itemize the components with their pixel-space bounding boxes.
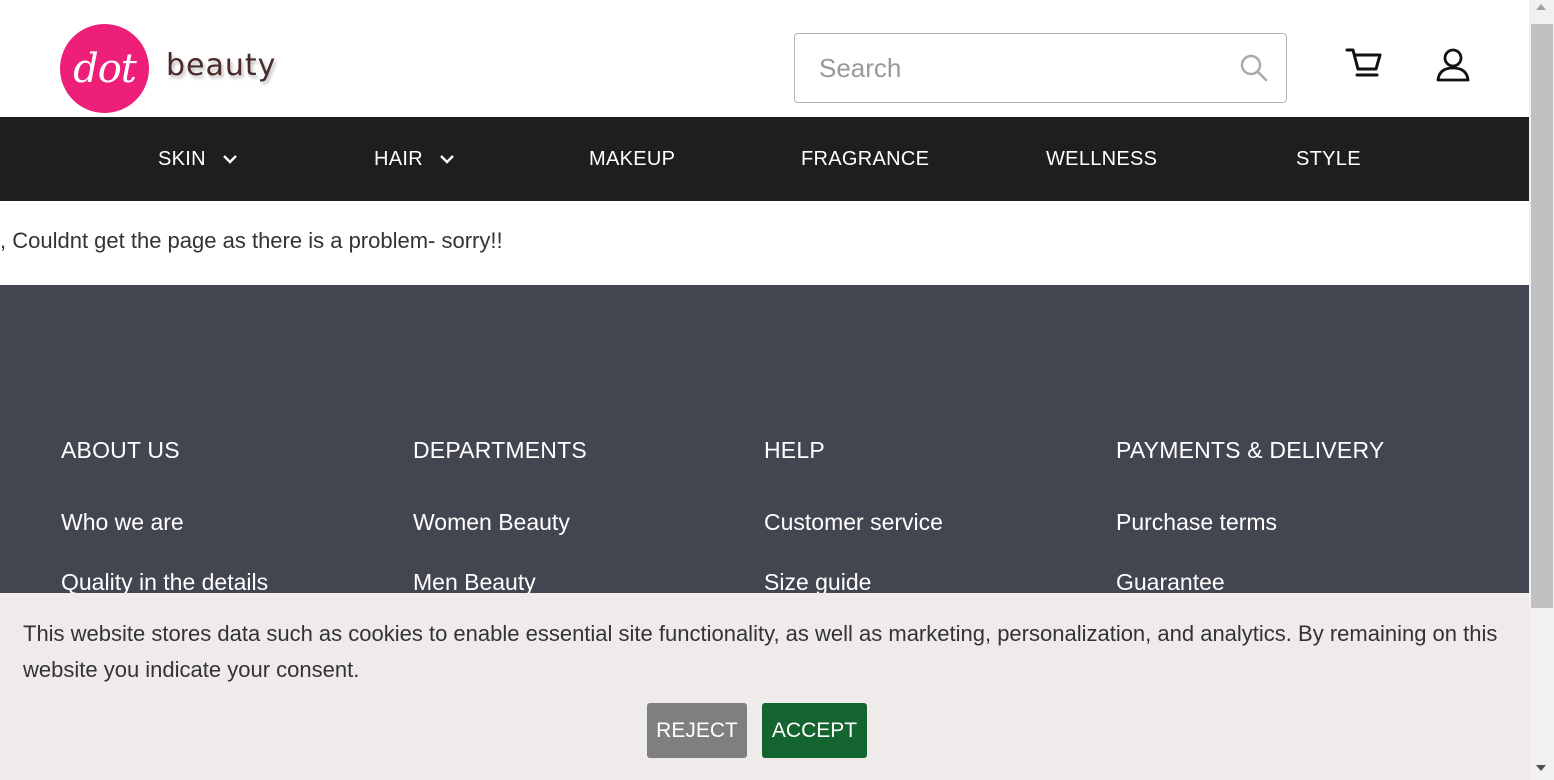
footer-link[interactable]: Size guide xyxy=(764,569,871,596)
reject-button[interactable]: REJECT xyxy=(647,703,747,758)
nav-item-style[interactable]: STYLE xyxy=(1296,117,1361,201)
error-message: , Couldnt get the page as there is a pro… xyxy=(0,228,503,253)
search-box xyxy=(794,33,1287,103)
footer-heading: ABOUT US xyxy=(61,437,180,463)
footer-link[interactable]: Who we are xyxy=(61,509,184,536)
scrollbar-thumb[interactable] xyxy=(1531,24,1553,608)
footer-heading: PAYMENTS & DELIVERY xyxy=(1116,437,1385,463)
nav-item-label: HAIR xyxy=(374,147,423,170)
cookie-consent-text: This website stores data such as cookies… xyxy=(23,621,1498,682)
search-input[interactable] xyxy=(819,50,1219,86)
nav-item-label: SKIN xyxy=(158,147,206,170)
cart-icon[interactable] xyxy=(1345,45,1383,83)
cookie-banner: This website stores data such as cookies… xyxy=(0,593,1529,780)
footer-link[interactable]: Women Beauty xyxy=(413,509,570,536)
nav-item-skin[interactable]: SKIN xyxy=(158,117,238,201)
nav-item-label: STYLE xyxy=(1296,147,1361,170)
main-nav: SKIN HAIR MAKEUP FRAGRANCE WELLNESS STYL… xyxy=(0,117,1529,201)
footer-heading: HELP xyxy=(764,437,825,463)
footer-link[interactable]: Customer service xyxy=(764,509,943,536)
chevron-down-icon xyxy=(440,155,454,164)
nav-item-fragrance[interactable]: FRAGRANCE xyxy=(801,117,929,201)
footer-link[interactable]: Guarantee xyxy=(1116,569,1225,596)
nav-item-label: WELLNESS xyxy=(1046,147,1158,170)
nav-item-wellness[interactable]: WELLNESS xyxy=(1046,117,1157,201)
scroll-down-arrow-icon[interactable] xyxy=(1536,765,1546,771)
nav-item-label: FRAGRANCE xyxy=(801,147,930,170)
scroll-up-arrow-icon[interactable] xyxy=(1536,4,1546,10)
logo-text: beauty xyxy=(166,48,277,83)
search-icon[interactable] xyxy=(1239,53,1269,83)
user-icon[interactable] xyxy=(1435,47,1471,83)
footer-column-payments: PAYMENTS & DELIVERY Purchase terms Guara… xyxy=(1116,437,1385,595)
logo-mark: dot xyxy=(60,24,149,113)
accept-button[interactable]: ACCEPT xyxy=(762,703,867,758)
footer-column-about: ABOUT US Who we are Quality in the detai… xyxy=(61,437,268,595)
site-header: dot beauty xyxy=(0,0,1529,117)
footer-column-help: HELP Customer service Size guide xyxy=(764,437,943,595)
footer-link[interactable]: Purchase terms xyxy=(1116,509,1277,536)
page: dot beauty SKIN HAIR M xyxy=(0,0,1529,780)
chevron-down-icon xyxy=(223,155,237,164)
footer-link[interactable]: Quality in the details xyxy=(61,569,268,596)
logo[interactable]: dot beauty xyxy=(60,24,276,113)
nav-item-label: MAKEUP xyxy=(589,147,676,170)
footer-column-departments: DEPARTMENTS Women Beauty Men Beauty xyxy=(413,437,587,595)
footer-link[interactable]: Men Beauty xyxy=(413,569,536,596)
nav-item-makeup[interactable]: MAKEUP xyxy=(589,117,675,201)
footer-heading: DEPARTMENTS xyxy=(413,437,587,463)
nav-item-hair[interactable]: HAIR xyxy=(374,117,455,201)
